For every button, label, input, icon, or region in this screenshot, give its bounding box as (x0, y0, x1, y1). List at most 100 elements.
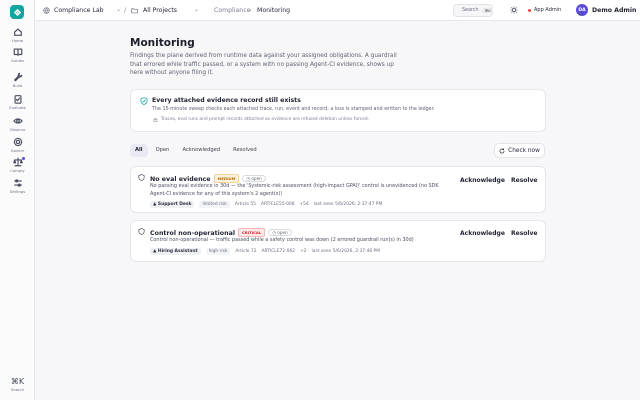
workspace-chevron-icon[interactable]: ⌄ (116, 6, 121, 13)
finding-description: No passing eval evidence in 30d — the 'S… (150, 183, 439, 197)
lock-icon (153, 117, 158, 122)
shield-icon (138, 174, 145, 181)
extra-count: +2 (300, 249, 307, 254)
app-logo[interactable] (10, 5, 24, 19)
nav-settings[interactable]: Settings (0, 178, 35, 194)
nav-search-label: Search (10, 387, 25, 392)
clipboard-check-icon (14, 95, 21, 104)
wrench-icon (13, 72, 22, 82)
article-ref: Article 55 (234, 202, 256, 207)
comply-active-dot (22, 157, 25, 160)
resolve-button[interactable]: Resolve (511, 230, 537, 237)
nav-guides-label: Guides (10, 58, 25, 63)
page-description: Findings the plane derived from runtime … (130, 53, 397, 77)
finding-card[interactable]: No eval evidence MEDIUM ◷ open No passing … (130, 166, 546, 213)
env-status-dot (528, 9, 531, 12)
finding-title-row: Control non-operational CRITICAL ◷ open (150, 228, 292, 237)
search-label: Search (462, 8, 479, 13)
folder-icon (131, 8, 138, 14)
finding-title-row: No eval evidence MEDIUM ◷ open (150, 174, 266, 183)
command-key-icon: ⌘K (10, 377, 25, 386)
logo-icon (13, 8, 21, 16)
shield-check-icon (140, 97, 148, 105)
system-name: Hiring Assistant (157, 249, 198, 254)
status-label: open (251, 176, 262, 181)
breadcrumb-parent[interactable]: Compliance (214, 7, 250, 14)
refresh-icon (499, 147, 505, 153)
severity-badge: MEDIUM (213, 174, 240, 183)
project-chevron-icon[interactable]: ⌄ (194, 6, 199, 13)
search-button[interactable]: Search ⌘K (453, 4, 493, 17)
sliders-icon (13, 179, 22, 187)
severity-badge: CRITICAL (237, 228, 266, 237)
acknowledge-button[interactable]: Acknowledge (460, 177, 505, 184)
extra-count: +54 (299, 202, 309, 207)
status-tabs: All Open Acknowledged Resolved (130, 144, 262, 157)
status-badge: ◷ open (242, 175, 266, 182)
nav-govern[interactable]: Govern (0, 137, 35, 153)
breadcrumb-current: Monitoring (257, 7, 291, 14)
tab-acknowledged[interactable]: Acknowledged (177, 144, 225, 157)
status-label: open (277, 230, 288, 235)
banner-note: Traces, eval runs and prompt records att… (161, 117, 370, 122)
sidebar: Home Guides Build Evaluate Observe Gover… (0, 0, 35, 400)
control-ref: ARTICLE55-008 (260, 202, 295, 207)
resolve-button[interactable]: Resolve (511, 177, 537, 184)
banner-subtitle: The 15-minute sweep checks each attached… (152, 107, 435, 112)
system-chip[interactable]: ▲ Hiring Assistant (150, 248, 201, 255)
shield-icon (138, 228, 145, 235)
user-name[interactable]: Demo Admin (592, 7, 636, 14)
check-now-label: Check now (508, 147, 540, 154)
nav-guides[interactable]: Guides (0, 47, 35, 63)
gear-icon (13, 137, 22, 147)
nav-home-label: Home (11, 38, 24, 43)
nav-build-label: Build (12, 83, 23, 88)
last-seen: last seen 5/6/2026, 2:37:46 PM (311, 249, 380, 254)
nav-settings-label: Settings (9, 189, 26, 194)
finding-meta: ▲ Support Desk limited risk Article 55 A… (150, 201, 382, 208)
search-shortcut: ⌘K (482, 8, 493, 13)
nav-observe-label: Observe (9, 127, 26, 132)
separator: / (124, 7, 127, 14)
last-seen: last seen 5/6/2026, 2:37:47 PM (313, 202, 383, 207)
eye-icon (12, 118, 23, 124)
risk-chip: high risk (205, 248, 231, 255)
nav-observe[interactable]: Observe (0, 116, 35, 132)
nav-govern-label: Govern (10, 148, 25, 153)
tab-resolved[interactable]: Resolved (228, 144, 261, 157)
nav-evaluate[interactable]: Evaluate (0, 94, 35, 110)
env-label[interactable]: App Admin (534, 7, 561, 13)
finding-card[interactable]: Control non-operational CRITICAL ◷ open Co… (130, 220, 546, 262)
home-icon (13, 28, 22, 36)
nav-home[interactable]: Home (0, 27, 35, 43)
evidence-integrity-banner: Every attached evidence record still exi… (130, 89, 546, 132)
system-name: Support Desk (157, 202, 192, 207)
control-ref: ARTICLE72-062 (261, 249, 296, 254)
acknowledge-button[interactable]: Acknowledge (460, 230, 505, 237)
risk-chip: limited risk (199, 201, 230, 208)
scale-icon (12, 157, 23, 167)
nav-search[interactable]: ⌘K Search (0, 377, 35, 392)
globe-icon (43, 7, 50, 14)
sun-icon[interactable] (510, 6, 518, 14)
book-icon (13, 48, 22, 56)
workspace-switcher[interactable]: Compliance Lab (54, 7, 104, 14)
tab-all[interactable]: All (130, 144, 148, 157)
page-title: Monitoring (130, 37, 195, 49)
breadcrumb-chevron-icon: › (249, 7, 252, 14)
finding-meta: ▲ Hiring Assistant high risk Article 72 … (150, 248, 380, 255)
nav-build[interactable]: Build (0, 72, 35, 88)
topbar: Compliance Lab ⌄ / All Projects ⌄ Compli… (35, 0, 640, 21)
nav-comply[interactable]: Comply (0, 157, 35, 173)
nav-comply-label: Comply (10, 168, 25, 173)
avatar[interactable]: DA (576, 4, 588, 16)
tab-open[interactable]: Open (151, 144, 175, 157)
check-now-button[interactable]: Check now (494, 143, 545, 158)
finding-title: Control non-operational (150, 230, 235, 237)
finding-title: No eval evidence (150, 176, 211, 183)
finding-description: Control non-operational — traffic passed… (150, 237, 414, 243)
project-switcher[interactable]: All Projects (143, 7, 177, 14)
system-chip[interactable]: ▲ Support Desk (150, 201, 195, 208)
nav-evaluate-label: Evaluate (9, 105, 26, 110)
article-ref: Article 72 (235, 249, 257, 254)
